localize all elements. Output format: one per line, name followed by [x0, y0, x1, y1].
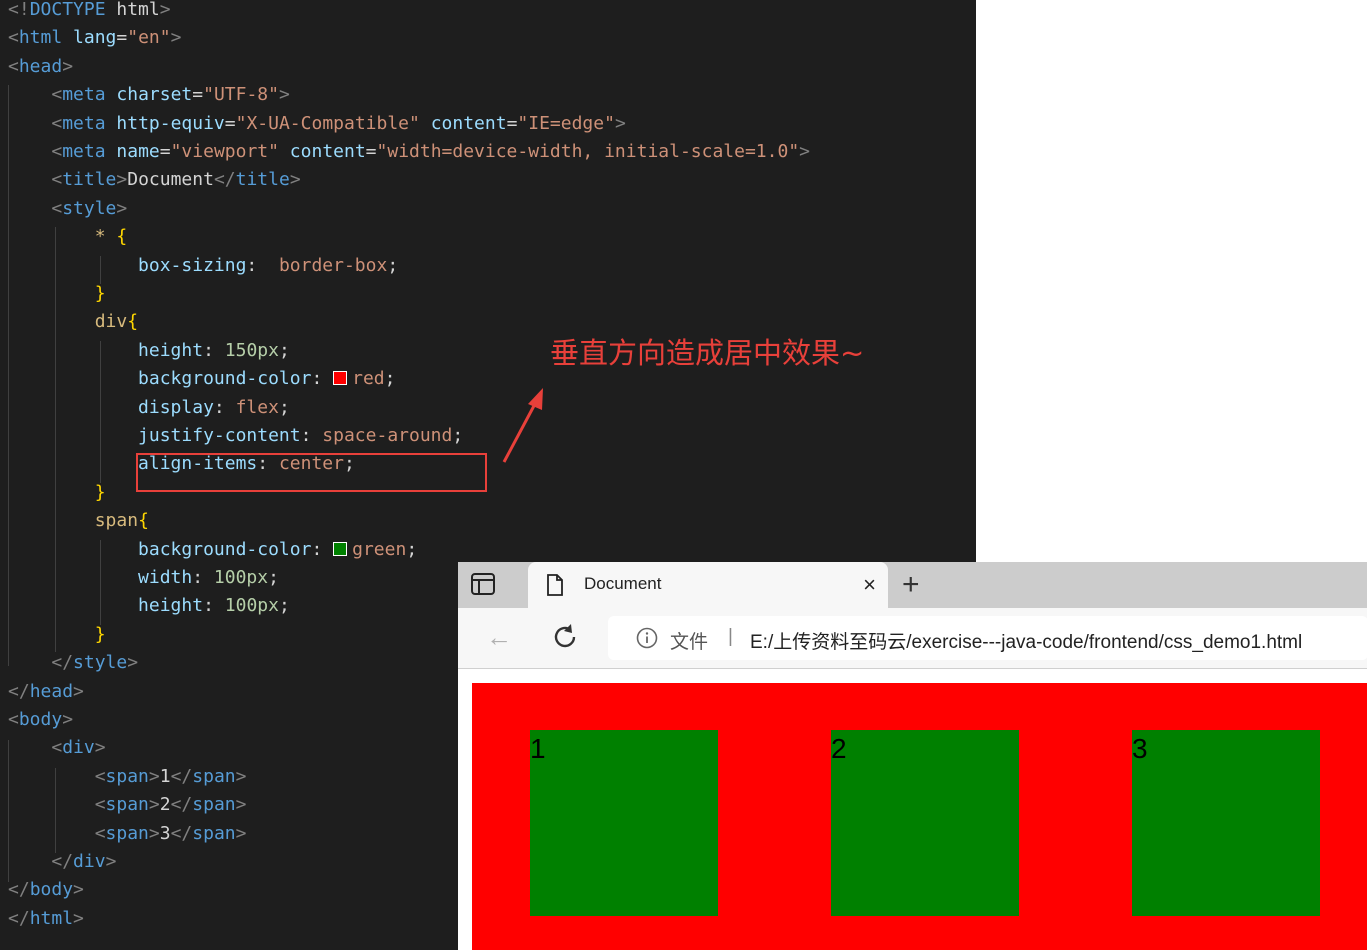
- info-icon[interactable]: [636, 627, 658, 654]
- flex-container: 1 2 3: [472, 683, 1367, 950]
- tab-bar: Document × +: [458, 562, 1367, 608]
- url-scheme-label: 文件: [670, 632, 709, 653]
- flex-item-1: 1: [530, 730, 718, 916]
- tab-actions-icon[interactable]: [470, 572, 518, 600]
- address-bar[interactable]: 文件 | E:/上传资料至码云/exercise---java-code/fro…: [608, 616, 1367, 660]
- page-viewport: 1 2 3: [458, 669, 1367, 950]
- url-text[interactable]: E:/上传资料至码云/exercise---java-code/frontend…: [750, 627, 1302, 654]
- reload-icon[interactable]: [550, 622, 580, 656]
- tab-document[interactable]: Document ×: [528, 562, 888, 608]
- back-icon[interactable]: ←: [486, 622, 512, 653]
- close-icon[interactable]: ×: [863, 572, 876, 598]
- document-icon: [546, 574, 564, 601]
- browser-toolbar: ← 文件 | E:/上传资料至码云/exercise---java-code/f…: [458, 608, 1367, 669]
- annotation-text: 垂直方向造成居中效果~: [550, 336, 865, 370]
- tab-title: Document: [584, 574, 662, 593]
- flex-item-3: 3: [1132, 730, 1320, 916]
- flex-item-2: 2: [831, 730, 1019, 916]
- browser-window: Document × + ← 文件 | E:/上传资料至码云/exercise-…: [458, 562, 1367, 950]
- url-separator: |: [728, 626, 733, 647]
- new-tab-icon[interactable]: +: [902, 568, 920, 602]
